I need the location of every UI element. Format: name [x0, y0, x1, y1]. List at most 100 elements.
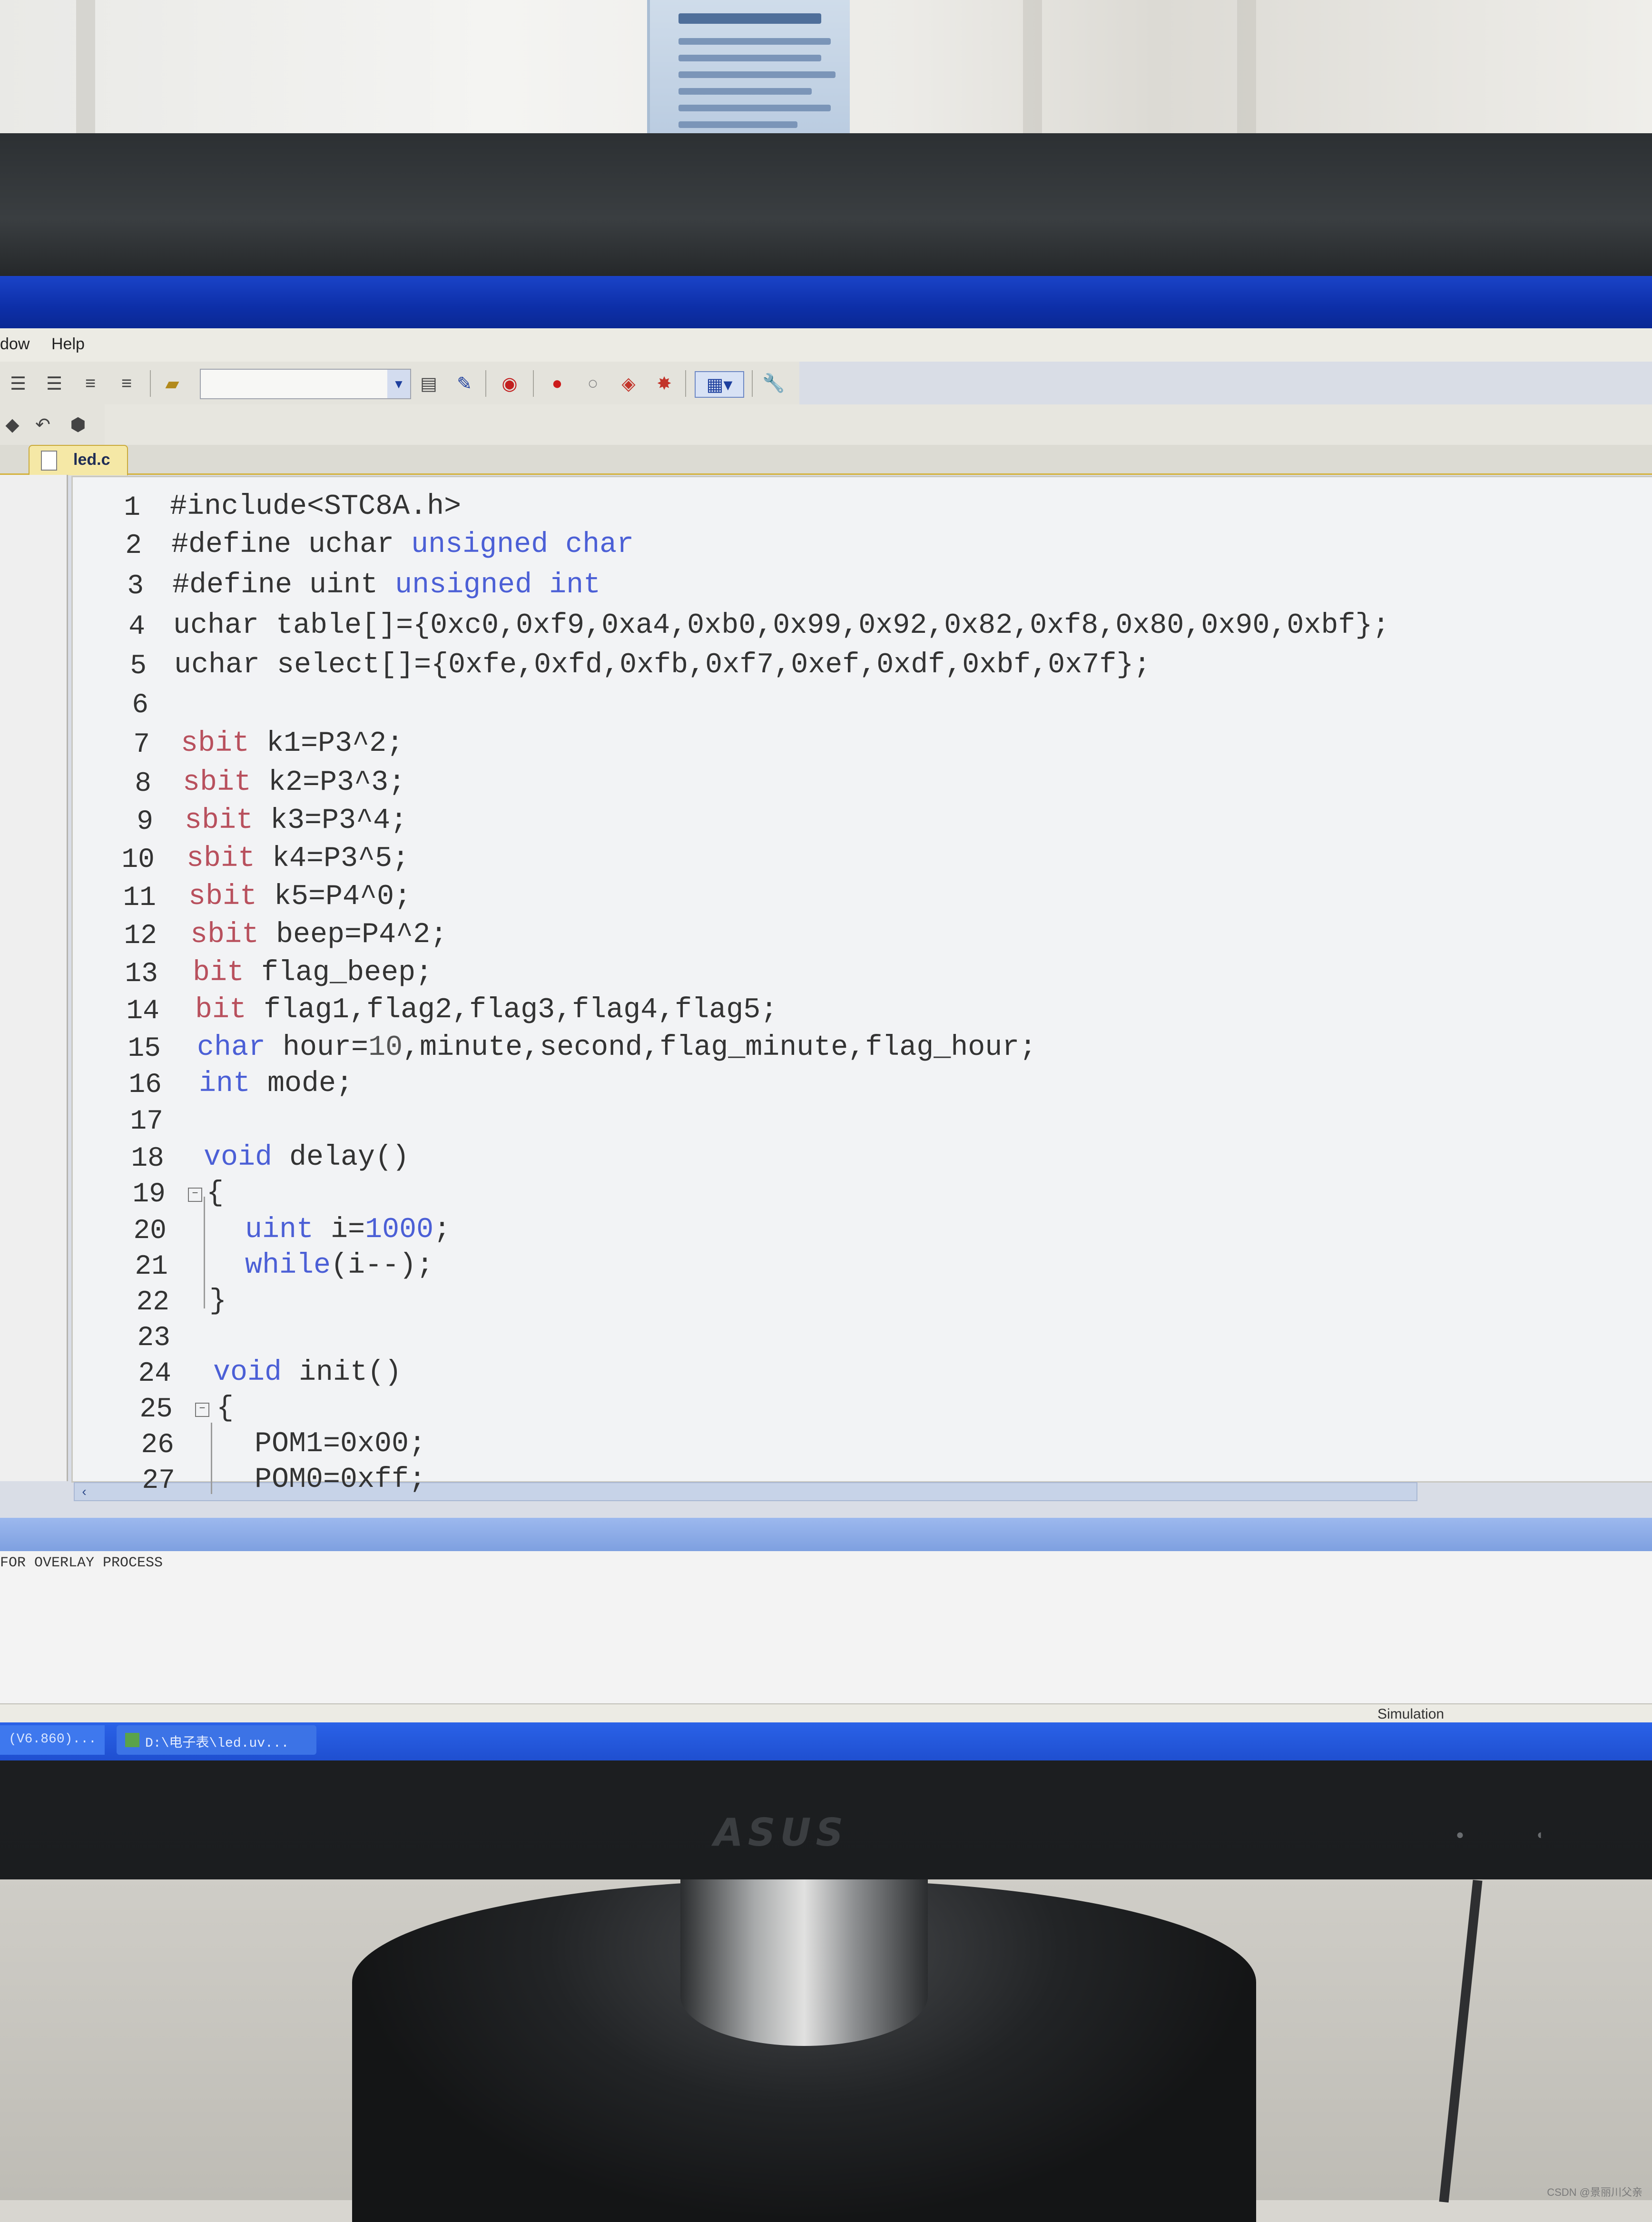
line-number: 4 [128, 611, 145, 642]
code-line[interactable]: void init() [213, 1357, 402, 1389]
code-line[interactable]: POM1=0x00; [255, 1428, 426, 1460]
monitor-bezel-top [0, 133, 1652, 276]
line-number: 7 [133, 729, 150, 760]
debug-icon[interactable]: ◉ [497, 371, 522, 396]
line-number: 20 [133, 1216, 167, 1247]
code-line[interactable]: #include<STC8A.h> [170, 491, 461, 523]
toolbar-secondary-empty [105, 404, 1652, 445]
taskbar-item-uvision[interactable]: D:\电子表\led.uv... [117, 1725, 316, 1755]
file-icon [41, 451, 57, 471]
taskbar: (V6.860)... D:\电子表\led.uv... [0, 1722, 1652, 1760]
code-line[interactable]: #define uchar unsigned char [171, 529, 634, 561]
menu-help[interactable]: Help [51, 335, 85, 354]
line-number: 5 [130, 651, 147, 682]
line-number: 13 [125, 959, 158, 990]
rebuild-icon[interactable]: ↶ [30, 412, 55, 437]
line-number: 16 [128, 1070, 162, 1101]
wrench-icon[interactable]: 🔧 [761, 371, 786, 396]
chevron-left-icon[interactable]: ‹ [75, 1483, 94, 1500]
code-line[interactable]: while(i--); [245, 1249, 433, 1282]
fold-toggle-icon[interactable]: − [188, 1188, 202, 1202]
status-bar: Simulation [0, 1703, 1652, 1723]
disable-all-breakpoints-icon[interactable]: ◈ [616, 371, 641, 396]
build-output-text: FOR OVERLAY PROCESS [0, 1555, 163, 1571]
menu-bar: dow Help [0, 328, 1652, 362]
code-line[interactable]: sbit k4=P3^5; [187, 843, 409, 875]
code-line[interactable]: sbit k2=P3^3; [183, 767, 405, 799]
line-number: 3 [127, 571, 144, 602]
line-number: 19 [132, 1179, 166, 1210]
monitor-brand: ASUS [714, 1810, 848, 1855]
code-line[interactable]: { [206, 1177, 224, 1209]
code-line[interactable]: sbit beep=P4^2; [190, 919, 447, 951]
find-in-files-icon[interactable]: ▤ [416, 371, 441, 396]
breakpoint-disabled-icon[interactable]: ○ [580, 371, 605, 396]
pane-divider[interactable] [0, 1518, 1652, 1551]
menu-window[interactable]: dow [0, 335, 30, 354]
open-folder-icon[interactable]: ▰ [160, 371, 185, 396]
line-number: 24 [138, 1358, 171, 1389]
line-number: 9 [137, 806, 153, 837]
curtain [76, 0, 95, 143]
project-pane[interactable] [0, 475, 68, 1481]
replace-icon[interactable]: ✎ [452, 371, 477, 396]
download-icon[interactable]: ⬢ [66, 412, 90, 437]
window-layout-icon[interactable]: ▦▾ [695, 371, 744, 398]
chevron-down-icon[interactable]: ▼ [387, 370, 410, 398]
code-line[interactable]: uint i=1000; [245, 1214, 451, 1246]
code-line[interactable]: int mode; [199, 1068, 353, 1100]
code-line[interactable]: bit flag_beep; [193, 957, 433, 989]
uncomment-icon[interactable]: ≡ [114, 371, 139, 396]
code-line[interactable]: { [216, 1392, 234, 1425]
code-line[interactable]: char hour=10,minute,second,flag_minute,f… [197, 1032, 1036, 1064]
wall-poster [647, 0, 850, 143]
line-number: 2 [125, 531, 142, 561]
comment-icon[interactable]: ≡ [78, 371, 103, 396]
editor-tab-row [0, 445, 1652, 475]
fold-guide [211, 1423, 212, 1494]
bezel-button[interactable]: ◐ [1537, 1827, 1545, 1842]
code-line[interactable]: sbit k5=P4^0; [188, 881, 411, 913]
line-number: 15 [128, 1033, 161, 1064]
fold-guide [204, 1197, 205, 1308]
code-line[interactable]: uchar table[]={0xc0,0xf9,0xa4,0xb0,0x99,… [173, 610, 1389, 642]
code-line[interactable]: #define uint unsigned int [172, 569, 600, 601]
status-mode: Simulation [1377, 1706, 1445, 1722]
code-line[interactable]: POM0=0xff; [255, 1464, 426, 1496]
line-number: 26 [141, 1430, 174, 1461]
window-titlebar[interactable] [0, 276, 1652, 328]
bezel-button[interactable]: ● [1456, 1827, 1464, 1842]
code-line[interactable]: bit flag1,flag2,flag3,flag4,flag5; [195, 994, 777, 1026]
indent-icon[interactable]: ☰ [6, 371, 30, 396]
monitor-neck [680, 1879, 928, 2046]
screen: dow Help ☰ ☰ ≡ ≡ ▰ ▼ ▤ ✎ ◉ ● ○ ◈ ✸ ▦▾ 🔧 … [0, 276, 1652, 1760]
toolbar-separator [150, 370, 151, 397]
breakpoint-icon[interactable]: ● [545, 371, 570, 396]
line-number: 10 [121, 845, 155, 875]
toolbar-separator [752, 370, 753, 397]
build-target-icon[interactable]: ◆ [0, 412, 25, 437]
unindent-icon[interactable]: ☰ [42, 371, 67, 396]
code-line[interactable]: } [209, 1285, 226, 1317]
code-line[interactable]: sbit k3=P3^4; [185, 805, 407, 837]
line-number: 17 [130, 1106, 163, 1137]
line-number: 21 [135, 1251, 168, 1282]
code-line[interactable]: void delay() [204, 1141, 409, 1174]
line-number: 1 [124, 492, 140, 523]
taskbar-item-left[interactable]: (V6.860)... [0, 1725, 105, 1755]
line-number: 6 [132, 690, 148, 721]
build-output-pane: FOR OVERLAY PROCESS [0, 1551, 1652, 1718]
code-line[interactable]: uchar select[]={0xfe,0xfd,0xfb,0xf7,0xef… [174, 649, 1150, 681]
tab-led-c[interactable]: led.c [29, 445, 128, 475]
find-combo[interactable]: ▼ [200, 369, 411, 399]
toolbar-separator [685, 370, 686, 397]
kill-all-breakpoints-icon[interactable]: ✸ [652, 371, 677, 396]
fold-toggle-icon[interactable]: − [195, 1403, 209, 1417]
watermark: CSDN @景丽川父亲 [1547, 2186, 1642, 2198]
line-number: 12 [124, 921, 157, 952]
toolbar-separator [485, 370, 486, 397]
line-number: 11 [123, 883, 156, 914]
line-number: 22 [136, 1287, 169, 1318]
line-number: 25 [139, 1394, 173, 1425]
code-line[interactable]: sbit k1=P3^2; [181, 728, 403, 760]
